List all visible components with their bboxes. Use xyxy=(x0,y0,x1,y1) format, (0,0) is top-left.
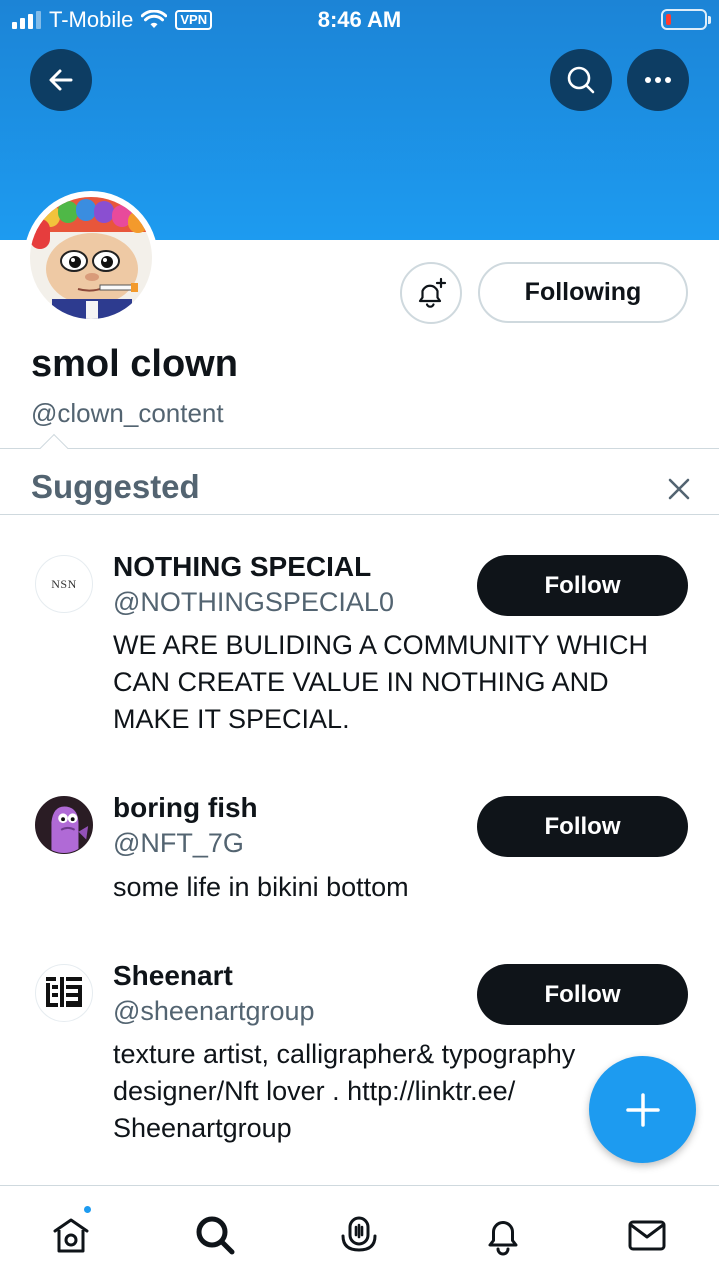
divider xyxy=(0,448,719,449)
suggested-pointer xyxy=(39,433,69,463)
profile-handle: @clown_content xyxy=(31,398,224,428)
back-button[interactable] xyxy=(30,49,92,111)
plus-icon xyxy=(625,1092,660,1127)
status-bar: T-Mobile VPN 8:46 AM xyxy=(0,0,719,40)
follow-button[interactable]: Follow xyxy=(477,796,688,857)
suggested-avatar[interactable] xyxy=(35,796,93,854)
profile-avatar[interactable] xyxy=(24,191,158,325)
battery-icon xyxy=(661,9,711,30)
following-button[interactable]: Following xyxy=(478,262,688,323)
follow-button[interactable]: Follow xyxy=(477,964,688,1025)
search-icon xyxy=(196,1216,235,1255)
more-icon xyxy=(645,77,671,83)
suggested-avatar[interactable]: NSN xyxy=(35,555,93,613)
compose-tweet-button[interactable] xyxy=(589,1056,696,1163)
bell-plus-icon xyxy=(418,277,447,308)
arrow-left-icon xyxy=(49,69,73,91)
notifications-toggle-button[interactable] xyxy=(400,262,462,324)
tab-home[interactable] xyxy=(48,1212,94,1258)
fish-avatar-image xyxy=(36,797,92,853)
suggested-title: Suggested xyxy=(31,468,200,505)
divider xyxy=(0,514,719,515)
dismiss-suggested-button[interactable] xyxy=(660,470,698,508)
suggested-handle: @NFT_7G xyxy=(113,828,244,858)
suggested-bio: texture artist, calligrapher& typography… xyxy=(113,1039,576,1143)
suggested-name[interactable]: boring fish xyxy=(113,792,258,824)
more-options-button[interactable] xyxy=(627,49,689,111)
search-icon xyxy=(567,66,595,94)
bottom-tab-bar xyxy=(0,1185,719,1280)
suggested-name[interactable]: NOTHING SPECIAL xyxy=(113,551,371,583)
home-icon xyxy=(53,1218,89,1253)
follow-button[interactable]: Follow xyxy=(477,555,688,616)
notifications-icon xyxy=(488,1221,518,1256)
close-icon xyxy=(668,478,690,500)
suggested-bio: some life in bikini bottom xyxy=(113,872,409,902)
tab-spaces[interactable] xyxy=(336,1212,382,1258)
nsn-logo: NSN xyxy=(51,576,77,591)
clown-avatar-image xyxy=(30,197,152,319)
sheenart-logo-image xyxy=(46,977,82,1007)
suggested-handle: @NOTHINGSPECIAL0 xyxy=(113,587,394,617)
suggested-bio: WE ARE BULIDING A COMMUNITY WHICH CAN CR… xyxy=(113,630,649,734)
profile-display-name: smol clown xyxy=(31,343,238,385)
tab-messages[interactable] xyxy=(624,1212,670,1258)
new-content-indicator xyxy=(82,1204,93,1215)
suggested-name[interactable]: Sheenart xyxy=(113,960,233,992)
search-button[interactable] xyxy=(550,49,612,111)
clock: 8:46 AM xyxy=(317,7,402,32)
spaces-icon xyxy=(341,1216,377,1252)
suggested-handle: @sheenartgroup xyxy=(113,996,315,1026)
messages-icon xyxy=(628,1220,666,1251)
tab-notifications[interactable] xyxy=(480,1212,526,1258)
suggested-avatar[interactable] xyxy=(35,964,93,1022)
tab-search[interactable] xyxy=(192,1212,238,1258)
